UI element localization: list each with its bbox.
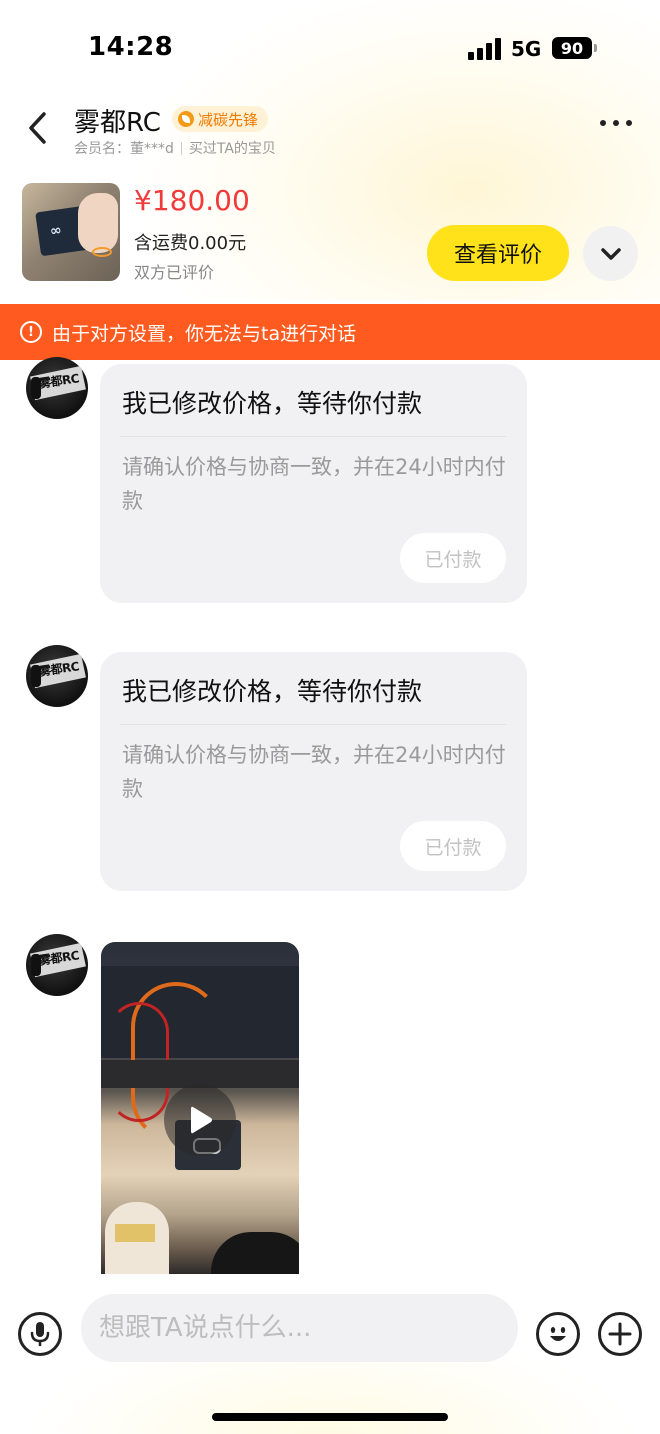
member-name: 会员名：董***d [74,141,174,157]
badge-label: 减碳先锋 [198,110,259,129]
warning-text: 由于对方设置，你无法与ta进行对话 [52,322,357,345]
chevron-left-icon [29,112,46,144]
paid-button[interactable]: 已付款 [400,533,506,583]
price-change-card: 我已修改价格，等待你付款 请确认价格与协商一致，并在24小时内付款 已付款 [100,364,527,603]
voice-button[interactable] [18,1312,62,1356]
chevron-down-icon [600,247,621,260]
message-input[interactable] [81,1294,518,1362]
play-icon [191,1106,212,1134]
servo-logo-icon: ∞ [48,222,63,240]
card-title: 我已修改价格，等待你付款 [122,677,423,706]
more-options-button[interactable] [600,120,640,134]
status-time: 14:28 [88,32,174,62]
plus-icon [608,1322,632,1346]
review-status: 双方已评价 [134,263,215,282]
bought-label: 买过TA的宝贝 [188,141,276,157]
card-divider [120,724,506,725]
card-body: 请确认价格与协商一致，并在24小时内付款 [122,743,506,801]
more-dot-icon [600,120,606,126]
hand-shape [78,193,118,253]
video-scene-cup-label [115,1224,155,1242]
divider [180,141,182,155]
network-label: 5G [511,37,542,61]
card-title: 我已修改价格，等待你付款 [122,389,423,418]
avatar[interactable]: 雾都RC [26,934,88,996]
avatar[interactable]: 雾都RC [26,357,88,419]
play-button[interactable] [164,1084,236,1156]
leaf-icon [178,111,194,127]
expand-button[interactable] [583,226,638,281]
card-divider [120,436,506,437]
product-price: ¥180.00 [134,184,250,217]
product-thumbnail[interactable]: ∞ [22,183,120,281]
carbon-badge: 减碳先锋 [172,106,269,132]
avatar[interactable]: 雾都RC [26,645,88,707]
more-dot-icon [613,120,619,126]
view-review-button[interactable]: 查看评价 [427,225,569,281]
status-bar: 14:28 5G 90 [0,0,660,96]
card-body: 请确认价格与协商一致，并在24小时内付款 [122,455,506,513]
emoji-button[interactable] [536,1312,580,1356]
battery-icon: 90 [552,37,592,59]
price-change-card: 我已修改价格，等待你付款 请确认价格与协商一致，并在24小时内付款 已付款 [100,652,527,891]
wire-shape [92,247,112,257]
video-scene-shadow [211,1232,299,1274]
home-indicator[interactable] [212,1413,448,1421]
shop-name[interactable]: 雾都RC [74,102,161,139]
member-info: 会员名：董***d 买过TA的宝贝 [74,138,276,158]
emoji-icon [550,1327,566,1341]
warning-icon: ! [20,321,42,343]
battery-level: 90 [560,38,584,58]
add-button[interactable] [598,1312,642,1356]
back-button[interactable] [22,108,58,148]
chat-disabled-banner: ! 由于对方设置，你无法与ta进行对话 [0,304,660,360]
paid-button[interactable]: 已付款 [400,821,506,871]
shipping-fee: 含运费0.00元 [134,233,247,254]
more-dot-icon [626,120,632,126]
signal-icon [468,38,502,60]
microphone-icon [30,1322,50,1346]
battery-tip [594,44,597,52]
